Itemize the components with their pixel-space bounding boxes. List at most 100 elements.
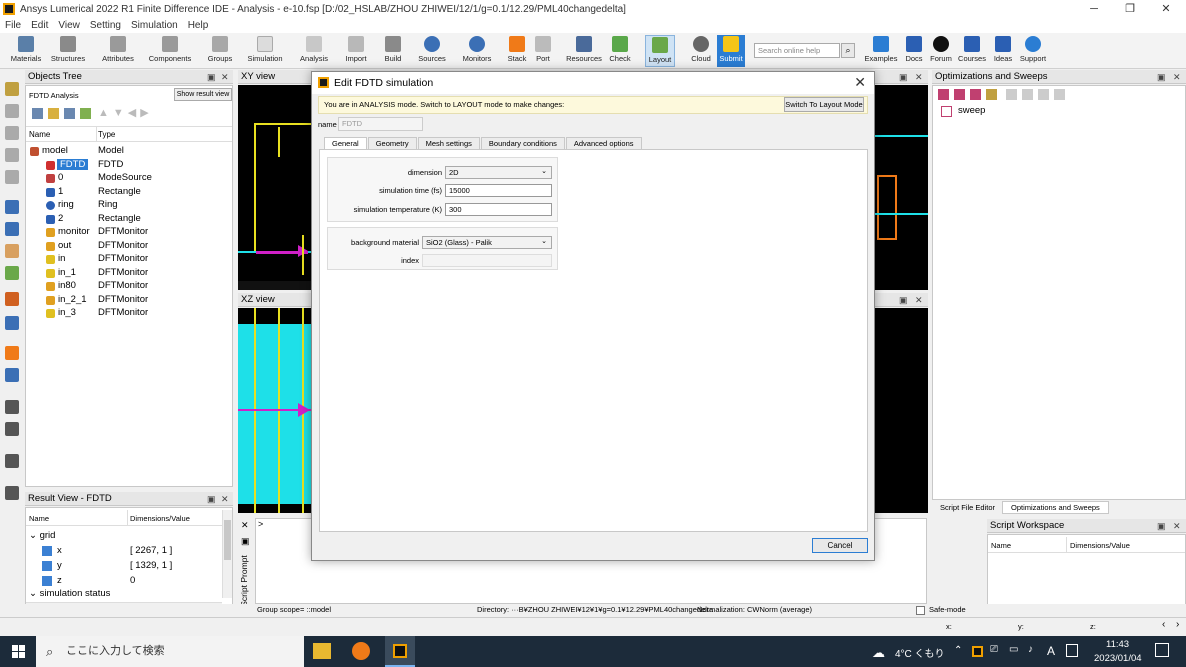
grid-snap-icon[interactable]	[5, 316, 19, 330]
delete-sweep-icon[interactable]	[1022, 89, 1033, 100]
result-group-grid[interactable]: ⌄ grid	[29, 530, 55, 541]
result-row[interactable]: x [ 2267, 1 ]	[42, 544, 222, 558]
tree-up-level-icon[interactable]	[32, 108, 43, 119]
build-button[interactable]: Build	[380, 35, 406, 67]
table-view-icon[interactable]	[5, 368, 19, 382]
tab-script-file-editor[interactable]: Script File Editor	[936, 502, 999, 513]
clock-date[interactable]: 2023/01/04	[1094, 653, 1142, 664]
windows-start-icon[interactable]	[12, 645, 25, 658]
result-group-simulation-status[interactable]: ⌄ simulation status	[29, 588, 110, 599]
simulation-time-field[interactable]: 15000	[445, 184, 552, 197]
nested-sweep-icon[interactable]	[970, 89, 981, 100]
close-panel-icon[interactable]: ✕	[1173, 70, 1181, 84]
sweep-item[interactable]: sweep	[941, 105, 1041, 118]
zoom-extent-icon[interactable]	[5, 292, 19, 306]
search-icon[interactable]: ⌕	[841, 43, 855, 58]
pan-hand-icon[interactable]	[5, 244, 19, 258]
tree-group-icon[interactable]	[48, 108, 59, 119]
examples-button[interactable]: Examples	[864, 35, 898, 67]
clock-time[interactable]: 11:43	[1106, 639, 1129, 650]
tree-add-icon[interactable]	[80, 108, 91, 119]
sweep-lightning-icon[interactable]	[1054, 89, 1065, 100]
port-button[interactable]: Port	[533, 35, 553, 67]
tree-item-rectangle-2[interactable]: 2 Rectangle	[26, 213, 231, 227]
scroll-left-icon[interactable]: ‹	[1162, 619, 1165, 630]
tree-item-in[interactable]: in DFTMonitor	[26, 253, 231, 267]
ime-indicator[interactable]: A	[1047, 644, 1055, 658]
tree-item-rectangle-1[interactable]: 1 Rectangle	[26, 186, 231, 200]
groups-button[interactable]: Groups	[204, 35, 236, 67]
close-panel-icon[interactable]: ✕	[915, 293, 923, 307]
cancel-button[interactable]: Cancel	[812, 538, 868, 553]
float-panel-icon[interactable]: ▣	[899, 70, 908, 84]
tray-device-icon[interactable]: ⎚	[990, 644, 998, 655]
mesh-view-icon[interactable]	[5, 346, 19, 360]
tree-item-fdtd[interactable]: FDTD FDTD	[26, 158, 231, 173]
tree-item-monitor[interactable]: monitor DFTMonitor	[26, 226, 231, 240]
submit-button[interactable]: Submit	[717, 35, 745, 67]
tree-item-modesource[interactable]: 0 ModeSource	[26, 172, 231, 186]
volume-icon[interactable]: ♪	[1028, 644, 1033, 655]
taskbar-search-input[interactable]: ⌕ ここに入力して検索	[36, 636, 304, 667]
menu-view[interactable]: View	[53, 18, 85, 33]
xz-view-canvas-right[interactable]	[875, 308, 928, 513]
attributes-button[interactable]: Attributes	[99, 35, 137, 67]
yield-icon[interactable]	[986, 89, 997, 100]
run-sweep-icon[interactable]	[1038, 89, 1049, 100]
zoom-icon[interactable]	[5, 222, 19, 236]
materials-button[interactable]: Materials	[8, 35, 44, 67]
chevron-up-icon[interactable]: ⌃	[954, 645, 962, 656]
tab-optimizations-and-sweeps[interactable]: Optimizations and Sweeps	[1002, 501, 1109, 514]
structures-button[interactable]: Structures	[48, 35, 88, 67]
ime-mode-icon[interactable]	[1066, 644, 1078, 657]
file-explorer-icon[interactable]	[313, 643, 331, 659]
firefox-icon[interactable]	[352, 642, 370, 660]
vertical-scrollbar[interactable]	[222, 510, 232, 598]
delete-tool-icon[interactable]	[5, 170, 19, 184]
index-field[interactable]	[422, 254, 552, 267]
shape-tool-icon[interactable]	[5, 126, 19, 140]
float-panel-icon[interactable]: ▣	[1157, 70, 1166, 84]
scroll-right-icon[interactable]: ›	[1176, 619, 1179, 630]
analysis-button[interactable]: Analysis	[297, 35, 331, 67]
menu-file[interactable]: File	[0, 18, 26, 33]
view-slice-icon[interactable]	[5, 486, 19, 500]
weather-cloud-icon[interactable]: ☁	[872, 645, 885, 661]
name-field[interactable]: FDTD	[338, 117, 423, 131]
import-button[interactable]: Import	[342, 35, 370, 67]
menu-edit[interactable]: Edit	[26, 18, 53, 33]
support-button[interactable]: Support	[1018, 35, 1048, 67]
xz-view-canvas[interactable]	[238, 308, 312, 513]
weather-text[interactable]: 4°C くもり	[895, 645, 945, 660]
safe-mode-checkbox[interactable]	[916, 606, 925, 615]
show-result-view-button[interactable]: Show result view	[174, 88, 232, 101]
float-panel-icon[interactable]: ▣	[207, 492, 216, 506]
sweep-add-icon[interactable]	[938, 89, 949, 100]
switch-to-layout-mode-button[interactable]: Switch To Layout Mode	[784, 97, 864, 112]
layout-button[interactable]: Layout	[645, 35, 675, 67]
simulation-temperature-field[interactable]: 300	[445, 203, 552, 216]
float-panel-icon[interactable]: ▣	[899, 293, 908, 307]
tree-item-in-1[interactable]: in_1 DFTMonitor	[26, 267, 231, 281]
cloud-button[interactable]: Cloud	[688, 35, 714, 67]
tab-mesh-settings[interactable]: Mesh settings	[417, 137, 480, 149]
monitors-button[interactable]: Monitors	[460, 35, 494, 67]
result-row[interactable]: y [ 1329, 1 ]	[42, 559, 222, 573]
close-panel-icon[interactable]: ✕	[221, 70, 229, 84]
check-button[interactable]: Check	[608, 35, 632, 67]
courses-button[interactable]: Courses	[957, 35, 987, 67]
x-slice-icon[interactable]	[5, 400, 19, 414]
tree-item-in-3[interactable]: in_3 DFTMonitor	[26, 307, 231, 321]
z-slice-icon[interactable]	[5, 454, 19, 468]
menu-simulation[interactable]: Simulation	[126, 18, 183, 33]
tray-lumerical-icon[interactable]	[972, 646, 983, 657]
stack-button[interactable]: Stack	[506, 35, 528, 67]
docs-button[interactable]: Docs	[903, 35, 925, 67]
close-panel-icon[interactable]: ✕	[1173, 519, 1181, 533]
components-button[interactable]: Components	[148, 35, 192, 67]
notification-icon[interactable]	[1155, 643, 1169, 657]
close-panel-icon[interactable]: ✕	[915, 70, 923, 84]
lumerical-taskbar-button[interactable]	[385, 636, 415, 667]
menu-setting[interactable]: Setting	[85, 18, 126, 33]
edit-sweep-icon[interactable]	[1006, 89, 1017, 100]
